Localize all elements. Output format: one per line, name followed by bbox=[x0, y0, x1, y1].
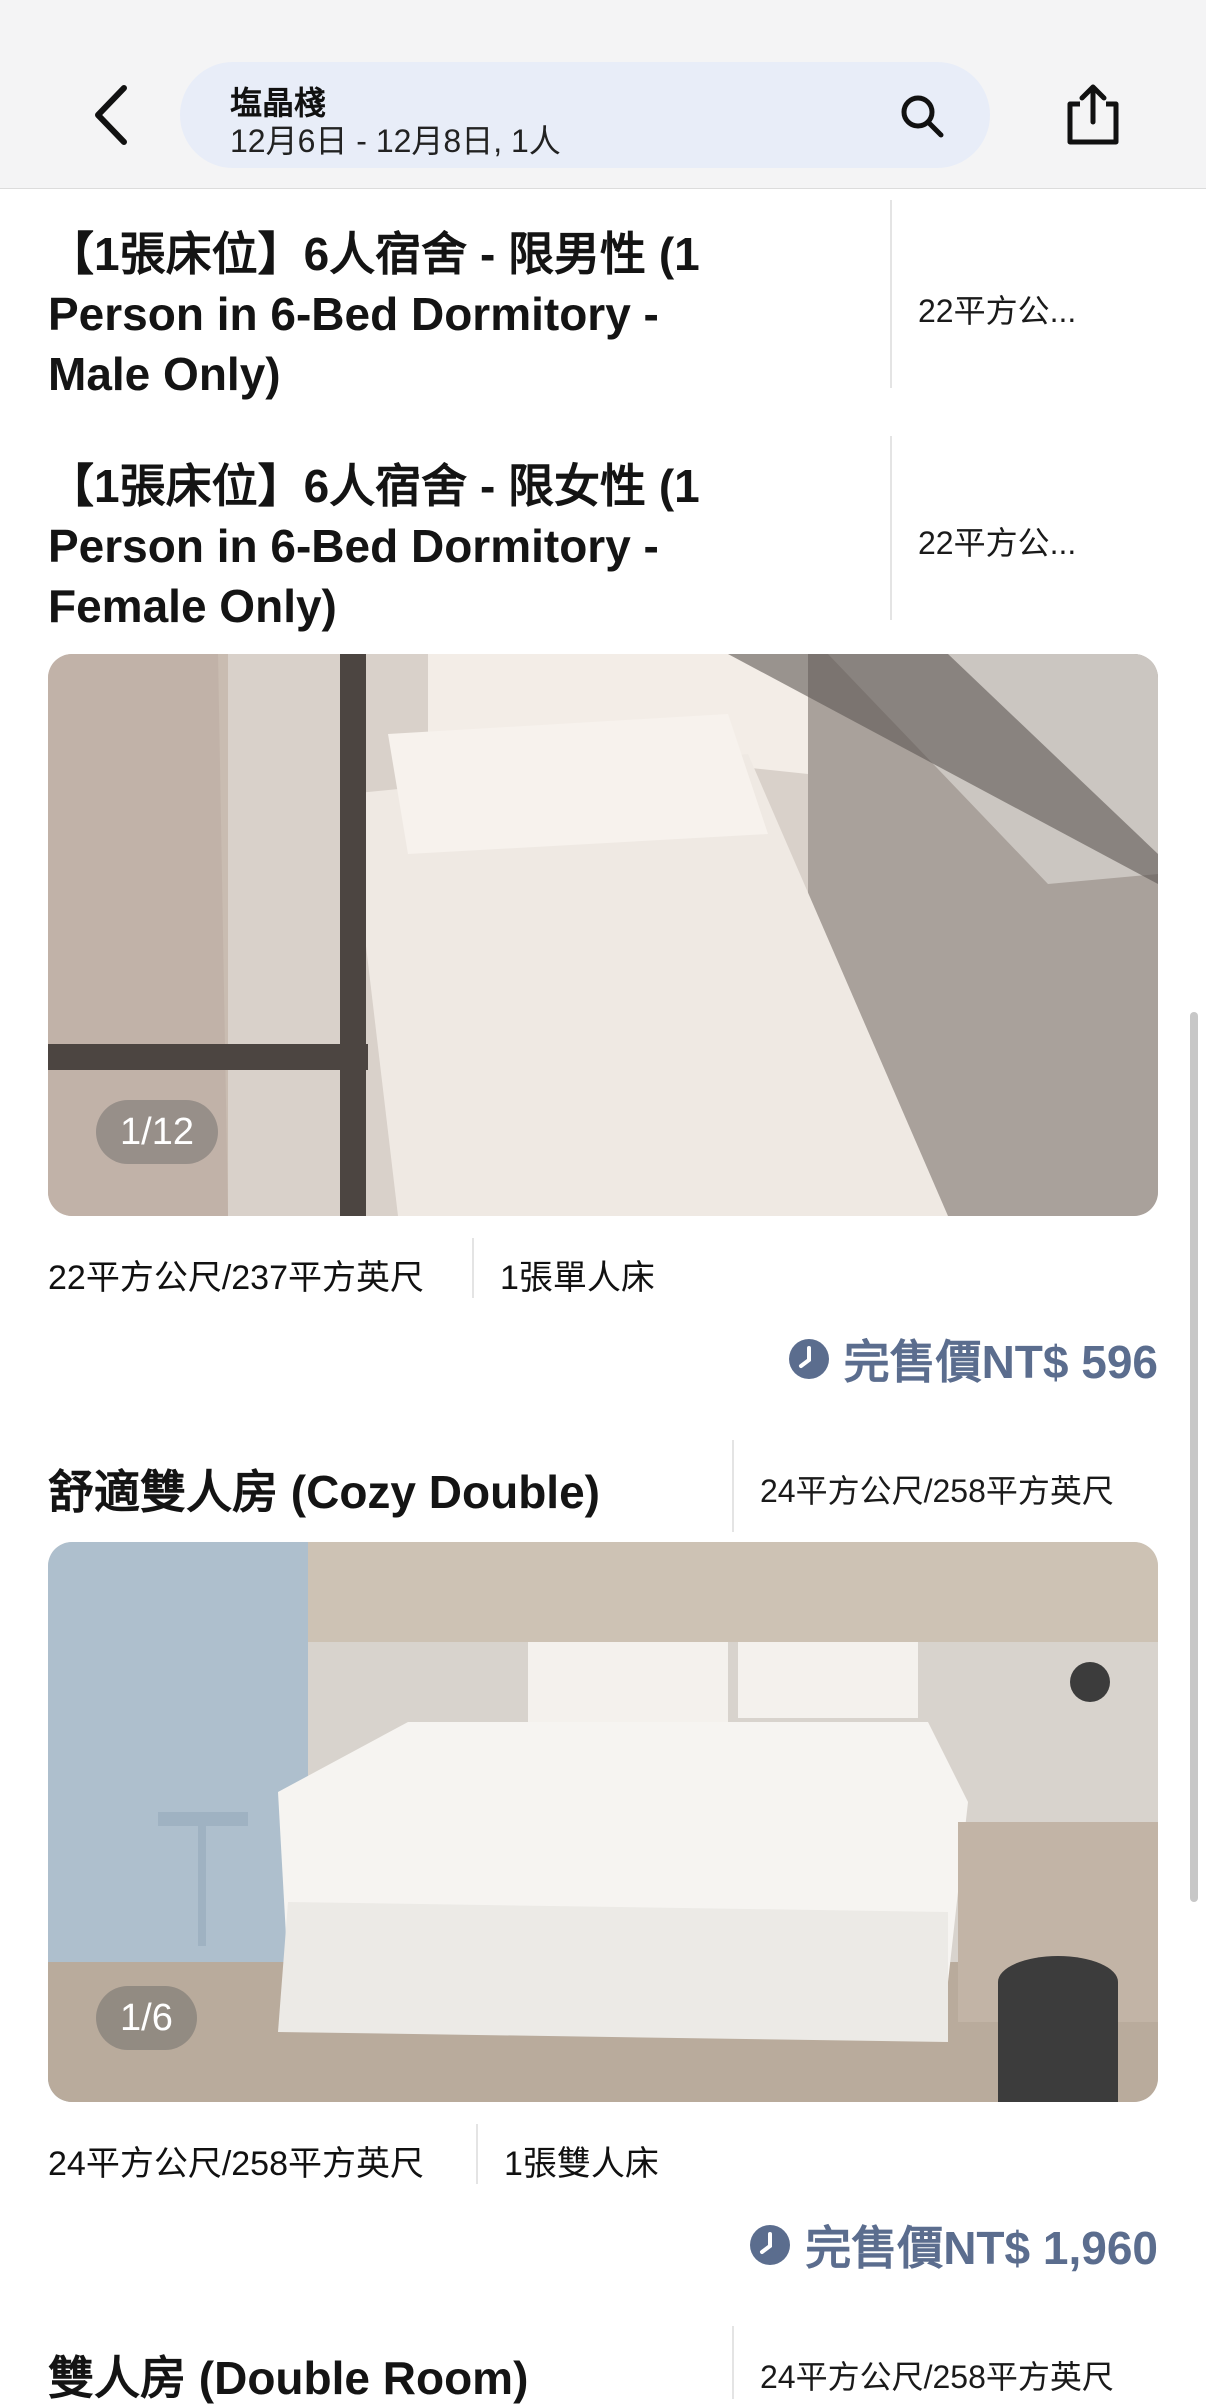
room-size: 24平方公尺/258平方英尺 bbox=[760, 1473, 1114, 1509]
room-size: 22平方公... bbox=[918, 525, 1077, 561]
room-title[interactable]: 【1張床位】6人宿舍 - 限男性 (1 Person in 6-Bed Dorm… bbox=[48, 224, 728, 404]
search-summary-pill[interactable]: 塩晶棧 12月6日 - 12月8日, 1人 bbox=[180, 62, 990, 168]
price-label: 完售價NT$ 1,960 bbox=[805, 2222, 1158, 2274]
column-divider bbox=[890, 436, 892, 620]
photo-counter: 1/6 bbox=[96, 1986, 197, 2050]
room-title[interactable]: 雙人房 (Double Room) bbox=[48, 2348, 748, 2408]
room-photo[interactable]: 1/6 bbox=[48, 1542, 1158, 2102]
double-bed-photo bbox=[48, 1542, 1158, 2102]
column-divider bbox=[732, 1440, 734, 1532]
bed-type: 1張單人床 bbox=[500, 1259, 655, 1297]
sold-out-price: 完售價NT$ 1,960 bbox=[749, 2212, 1158, 2278]
chevron-left-icon[interactable] bbox=[86, 80, 136, 150]
photo-counter: 1/12 bbox=[96, 1100, 218, 1164]
clock-icon bbox=[750, 2225, 791, 2265]
room-title[interactable]: 【1張床位】6人宿舍 - 限女性 (1 Person in 6-Bed Dorm… bbox=[48, 456, 728, 636]
sold-out-price: 完售價NT$ 596 bbox=[788, 1326, 1158, 1392]
column-divider bbox=[732, 2326, 734, 2399]
search-icon[interactable] bbox=[898, 92, 946, 140]
column-divider bbox=[890, 200, 892, 388]
search-dates-guests: 12月6日 - 12月8日, 1人 bbox=[230, 123, 561, 159]
specs-divider bbox=[472, 1238, 474, 1298]
room-area: 22平方公尺/237平方英尺 bbox=[48, 1259, 424, 1297]
share-icon[interactable] bbox=[1062, 82, 1124, 148]
price-label: 完售價NT$ 596 bbox=[843, 1336, 1158, 1388]
room-area: 24平方公尺/258平方英尺 bbox=[48, 2145, 424, 2183]
room-photo[interactable]: 1/12 bbox=[48, 654, 1158, 1216]
top-bar: 塩晶棧 12月6日 - 12月8日, 1人 bbox=[0, 0, 1206, 189]
room-title[interactable]: 舒適雙人房 (Cozy Double) bbox=[48, 1462, 748, 1522]
scrollbar[interactable] bbox=[1190, 1012, 1198, 1902]
room-size: 22平方公... bbox=[918, 293, 1077, 329]
room-size: 24平方公尺/258平方英尺 bbox=[760, 2359, 1114, 2395]
clock-icon bbox=[788, 1339, 829, 1379]
specs-divider bbox=[476, 2124, 478, 2184]
bed-type: 1張雙人床 bbox=[504, 2145, 659, 2183]
